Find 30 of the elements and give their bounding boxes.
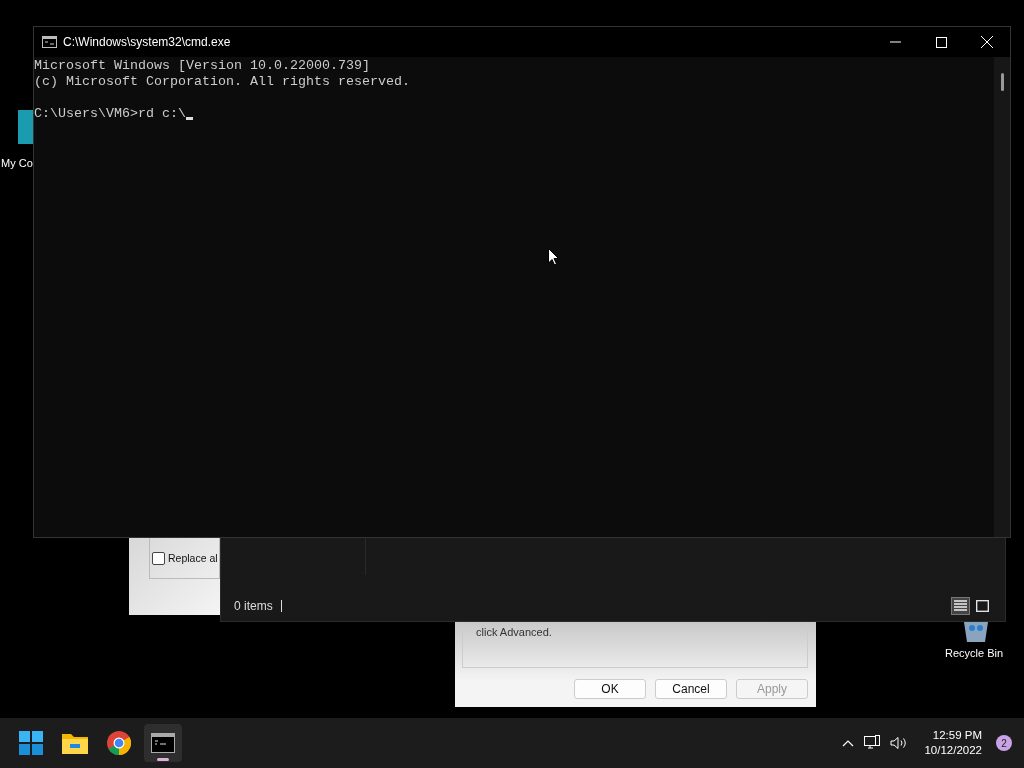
terminal-icon [151,733,175,753]
taskbar-app-button[interactable] [144,724,182,762]
browser-icon [107,731,131,755]
window-title: C:\Windows\system32\cmd.exe [63,35,231,49]
text-cursor [185,117,193,120]
dialog-button[interactable]: OK [574,679,646,699]
console-prompt: C:\Users\VM6>rd c:\ [34,106,186,122]
checkbox[interactable] [152,551,165,565]
mouse-pointer-icon [548,248,559,266]
console-line: Microsoft Windows [Version 10.0.22000.739] [34,58,371,74]
minimize-icon[interactable] [889,41,901,43]
details-view-button[interactable] [951,597,970,615]
close-icon[interactable] [981,36,993,48]
clock-date[interactable]: 10/12/2022 [924,743,982,758]
windows-logo-icon [19,731,43,755]
maximize-icon[interactable] [935,36,947,48]
notification-badge[interactable]: 2 [996,735,1012,751]
checkbox-label: Replace al [168,552,218,564]
hint-text: click Advanced. [476,626,552,638]
folder-icon [62,732,88,754]
recycle-bin-icon[interactable] [962,622,990,642]
console-icon [42,36,57,48]
desktop-icon-label[interactable]: My Co [1,157,33,169]
scrollbar-thumb[interactable] [1000,73,1004,91]
clock-time[interactable]: 12:59 PM [932,728,982,743]
tiles-view-button[interactable] [973,597,992,615]
desktop-icon-label[interactable]: Recycle Bin [945,647,1004,659]
status-text: 0 items [234,599,273,613]
console-line: (c) Microsoft Corporation. All rights reserved. [34,74,411,90]
dialog-button[interactable]: Cancel [655,679,727,699]
